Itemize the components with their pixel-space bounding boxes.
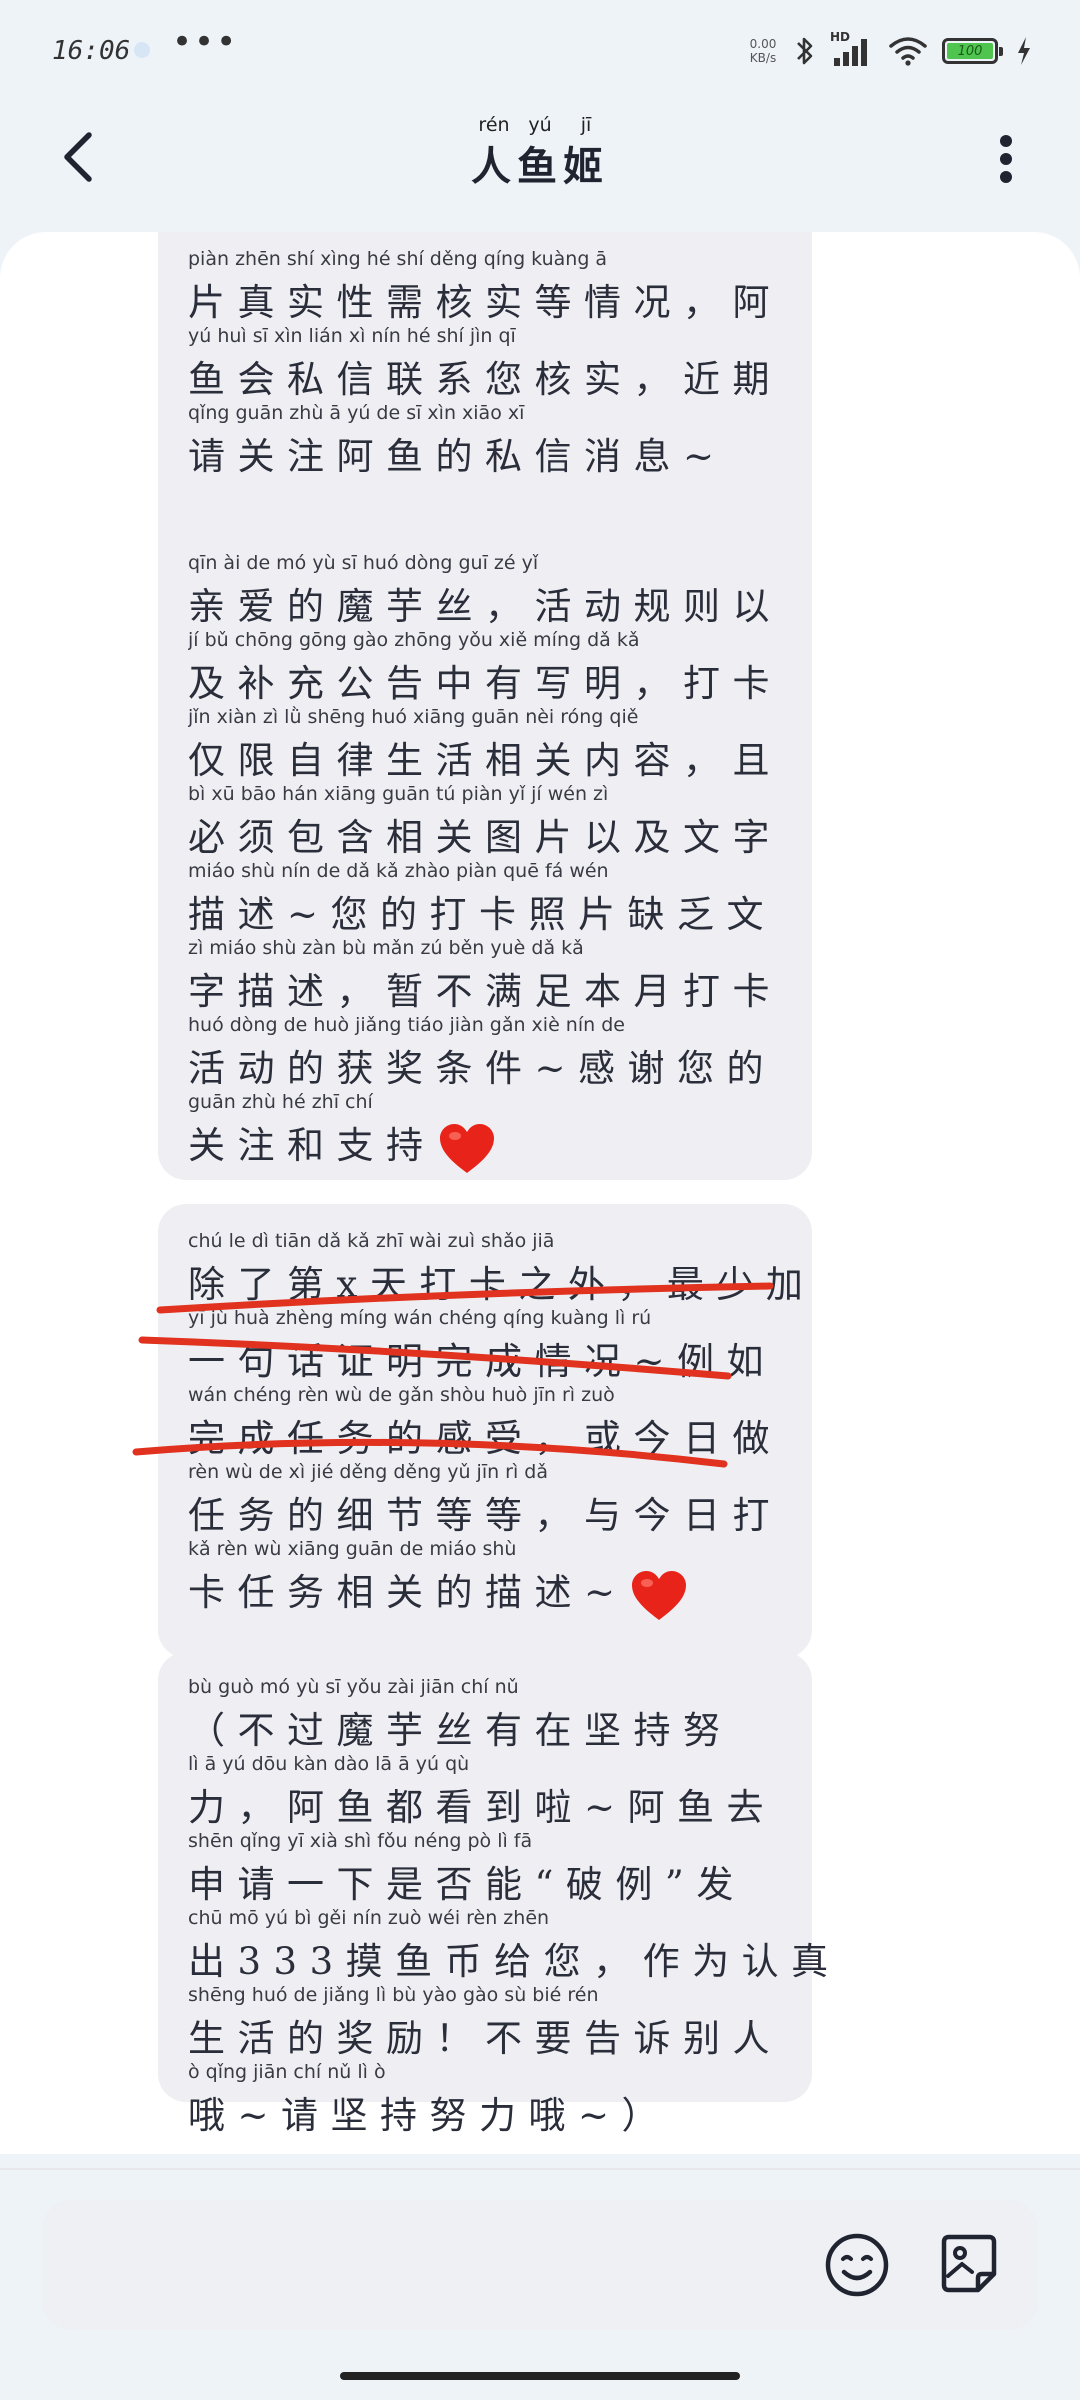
message-bubble[interactable]: bù guò mó yù sī yǒu zài jiān chí nǔ （不过魔… xyxy=(158,1652,841,2137)
message-bubble[interactable]: chú le dì tiān dǎ kǎ zhī wài zuì shǎo ji… xyxy=(158,1204,812,1658)
message-line: piàn zhēn shí xìng hé shí děng qíng kuàn… xyxy=(188,248,782,324)
message-line: shēn qǐng yī xià shì fǒu néng pò lì fā 申… xyxy=(188,1830,746,1906)
bluetooth-icon xyxy=(794,34,816,68)
message-line: wán chéng rèn wù de gǎn shòu huò jīn rì … xyxy=(188,1384,782,1460)
status-icons: 0.00 KB/s HD 100 xyxy=(746,28,1032,74)
title-pinyin: rén yú jī xyxy=(478,114,592,136)
sticker-image-icon xyxy=(941,2234,997,2293)
message-input[interactable] xyxy=(72,2230,836,2302)
battery-level: 100 xyxy=(947,43,993,59)
chat-header: rén yú jī 人鱼姬 xyxy=(0,100,1080,230)
message-line: jí bǔ chōng gōng gào zhōng yǒu xiě míng … xyxy=(188,629,782,705)
message-bubble[interactable]: qīn ài de mó yù sī huó dòng guī zé yǐ 亲爱… xyxy=(158,524,812,1180)
wifi-icon xyxy=(888,35,928,67)
network-speed: 0.00 KB/s xyxy=(749,37,777,65)
heart-icon xyxy=(439,1123,494,1173)
network-type: HD xyxy=(830,30,851,44)
more-options-button[interactable] xyxy=(976,124,1036,194)
status-bar: 16:06 ••• 0.00 KB/s HD 100 xyxy=(0,0,1080,100)
status-time: 16:06 xyxy=(52,36,131,66)
message-line: yú huì sī xìn lián xì nín hé shí jìn qī … xyxy=(188,325,782,401)
message-line: huó dòng de huò jiǎng tiáo jiàn gǎn xiè … xyxy=(188,1014,777,1090)
message-line: bù guò mó yù sī yǒu zài jiān chí nǔ （不过魔… xyxy=(188,1676,733,1752)
signal-icon: HD xyxy=(830,30,874,68)
smiley-face-icon xyxy=(825,2233,889,2297)
page-title: rén yú jī 人鱼姬 xyxy=(340,114,740,192)
heart-icon xyxy=(631,1570,686,1620)
message-line: guān zhù hé zhī chí 关注和支持 xyxy=(188,1091,788,1173)
message-line: qīn ài de mó yù sī huó dòng guī zé yǐ 亲爱… xyxy=(188,552,782,628)
charging-icon xyxy=(1016,36,1032,66)
message-line: zì miáo shù zàn bù mǎn zú běn yuè dǎ kǎ … xyxy=(188,937,782,1013)
message-line: lì ā yú dōu kàn dào lā ā yú qù 力，阿鱼都看到啦~… xyxy=(188,1753,777,1829)
back-button[interactable] xyxy=(48,122,108,192)
message-line: rèn wù de xì jié děng děng yǔ jīn rì dǎ … xyxy=(188,1461,782,1537)
message-line: chú le dì tiān dǎ kǎ zhī wài zuì shǎo ji… xyxy=(188,1230,816,1306)
message-input-bar xyxy=(42,2200,1038,2330)
message-line: qǐng guān zhù ā yú de sī xìn xiāo xī 请关注… xyxy=(188,402,727,478)
sticker-button[interactable] xyxy=(934,2230,1004,2300)
message-line: ò qǐng jiān chí nǔ lì ò 哦~请坚持努力哦~） xyxy=(188,2061,672,2137)
message-line: yī jù huà zhèng míng wán chéng qíng kuàn… xyxy=(188,1307,777,1383)
chevron-left-icon xyxy=(64,132,92,182)
message-line: miáo shù nín de dǎ kǎ zhào piàn quē fá w… xyxy=(188,860,777,936)
message-line: bì xū bāo hán xiāng guān tú piàn yǐ jí w… xyxy=(188,783,782,859)
emoji-button[interactable] xyxy=(822,2230,892,2300)
battery-icon: 100 xyxy=(942,38,1003,64)
title-text: 人鱼姬 xyxy=(471,143,609,190)
notification-dot-icon xyxy=(134,42,150,58)
chat-message-list[interactable]: ​ piàn zhēn shí xìng hé shí děng qíng ku… xyxy=(0,232,1080,2154)
more-notifications-icon: ••• xyxy=(172,22,239,62)
more-vertical-icon xyxy=(1000,135,1012,183)
message-line: jǐn xiàn zì lǜ shēng huó xiāng guān nèi … xyxy=(188,706,782,782)
message-line: shēng huó de jiǎng lì bù yào gào sù bié … xyxy=(188,1984,782,2060)
message-line: kǎ rèn wù xiāng guān de miáo shù 卡任务相关的描… xyxy=(188,1538,788,1620)
home-indicator[interactable] xyxy=(340,2372,740,2380)
input-divider xyxy=(0,2168,1080,2170)
message-line: chū mō yú bì gěi nín zuò wéi rèn zhēn 出3… xyxy=(188,1907,841,1983)
